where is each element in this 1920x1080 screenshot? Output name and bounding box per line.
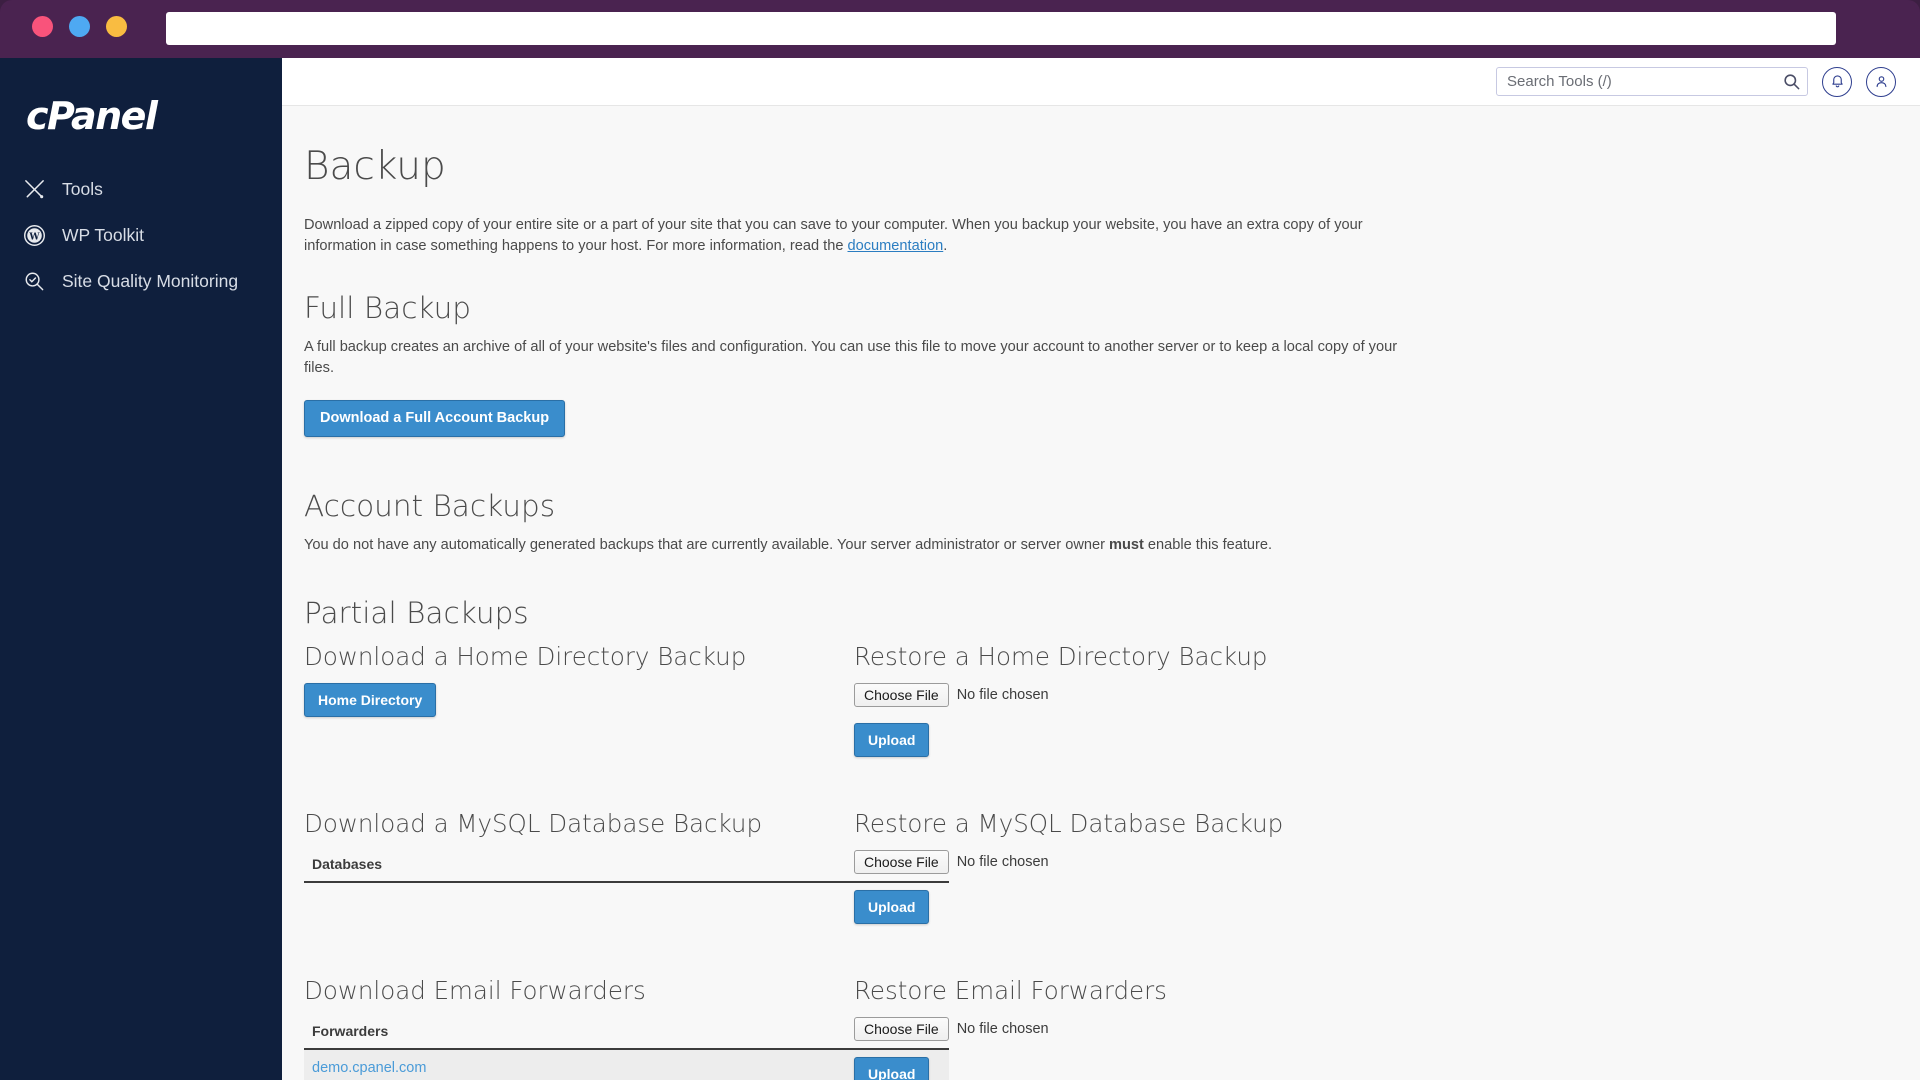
download-email-forwarders-cell: Download Email Forwarders Forwarders dem…: [304, 975, 949, 1080]
choose-file-button[interactable]: Choose File: [854, 1016, 949, 1041]
databases-table-body: [304, 882, 949, 892]
file-status-label: No file chosen: [956, 686, 1049, 703]
account-backups-description: You do not have any automatically genera…: [304, 535, 1424, 556]
account-backups-text-after: enable this feature.: [1143, 536, 1273, 553]
page-intro-text-before: Download a zipped copy of your entire si…: [304, 217, 1363, 255]
databases-table-empty-cell: [304, 882, 949, 892]
sidebar-item-label: WP Toolkit: [62, 224, 145, 245]
app-root: cPanel Tools W WP Toolkit Site Quality M…: [0, 58, 1920, 1080]
email-forwarders-file-input-row: Choose File No file chosen: [854, 1016, 1896, 1041]
download-full-account-backup-button[interactable]: Download a Full Account Backup: [304, 399, 566, 437]
forwarders-table-body: demo.cpanel.com: [304, 1048, 949, 1080]
download-email-forwarders-title: Download Email Forwarders: [304, 975, 646, 1005]
file-status-label: No file chosen: [956, 1020, 1049, 1037]
browser-chrome: [0, 0, 1920, 58]
account-button[interactable]: [1866, 66, 1896, 97]
search-input[interactable]: [1496, 67, 1808, 96]
search-icon[interactable]: [1782, 72, 1801, 91]
account-backups-text-before: You do not have any automatically genera…: [304, 536, 1109, 553]
choose-file-button[interactable]: Choose File: [854, 849, 949, 874]
home-directory-upload-button[interactable]: Upload: [854, 722, 930, 757]
full-backup-section: Full Backup A full backup creates an arc…: [304, 291, 1896, 437]
databases-table: Databases: [304, 849, 949, 892]
minimize-window-button[interactable]: [69, 16, 90, 37]
sidebar: cPanel Tools W WP Toolkit Site Quality M…: [0, 58, 282, 1080]
svg-text:W: W: [28, 231, 40, 242]
partial-backups-title: Partial Backups: [304, 595, 529, 630]
wordpress-icon: W: [22, 223, 47, 248]
account-backups-title: Account Backups: [304, 488, 556, 523]
table-row: demo.cpanel.com: [304, 1048, 949, 1080]
forwarders-table-cell: demo.cpanel.com: [304, 1048, 949, 1080]
top-header: [282, 58, 1920, 106]
site-quality-icon: [22, 269, 47, 294]
account-backups-section: Account Backups You do not have any auto…: [304, 489, 1896, 556]
sidebar-item-site-quality-monitoring[interactable]: Site Quality Monitoring: [0, 258, 282, 304]
email-forwarders-upload-button[interactable]: Upload: [854, 1056, 930, 1080]
partial-backups-section: Partial Backups Download a Home Director…: [304, 596, 1896, 1080]
mysql-upload-button[interactable]: Upload: [854, 889, 930, 924]
restore-email-forwarders-cell: Restore Email Forwarders Choose File No …: [854, 976, 1896, 1080]
file-status-label: No file chosen: [956, 853, 1049, 870]
partial-backup-row-mysql: Download a MySQL Database Backup Databas…: [304, 809, 1896, 924]
browser-url-bar[interactable]: [166, 12, 1836, 45]
forwarders-table: Forwarders demo.cpanel.com: [304, 1016, 949, 1080]
restore-email-forwarders-title: Restore Email Forwarders: [854, 975, 1167, 1005]
page-intro: Download a zipped copy of your entire si…: [304, 215, 1364, 257]
cpanel-logo[interactable]: cPanel: [0, 84, 282, 148]
account-backups-bold-word: must: [1109, 536, 1144, 553]
main-area: Backup Download a zipped copy of your en…: [282, 58, 1920, 1080]
mysql-file-input-row: Choose File No file chosen: [854, 849, 1896, 874]
download-home-directory-cell: Download a Home Directory Backup Home Di…: [304, 642, 854, 757]
download-mysql-title: Download a MySQL Database Backup: [304, 808, 763, 838]
sidebar-item-label: Tools: [62, 178, 103, 199]
restore-mysql-cell: Restore a MySQL Database Backup Choose F…: [854, 809, 1896, 924]
maximize-window-button[interactable]: [106, 16, 127, 37]
page-content: Backup Download a zipped copy of your en…: [282, 106, 1920, 1080]
home-directory-file-input-row: Choose File No file chosen: [854, 682, 1896, 707]
full-backup-title: Full Backup: [304, 291, 472, 326]
sidebar-item-wp-toolkit[interactable]: W WP Toolkit: [0, 212, 282, 258]
partial-backup-row-email-forwarders: Download Email Forwarders Forwarders dem…: [304, 976, 1896, 1080]
restore-home-directory-cell: Restore a Home Directory Backup Choose F…: [854, 642, 1896, 757]
sidebar-item-label: Site Quality Monitoring: [62, 270, 239, 291]
sidebar-nav: Tools W WP Toolkit Site Quality Monitori…: [0, 166, 282, 304]
page-title: Backup: [304, 144, 446, 189]
page-intro-text-after: .: [943, 238, 948, 255]
choose-file-button[interactable]: Choose File: [854, 682, 949, 707]
tools-icon: [22, 177, 47, 202]
home-directory-download-button[interactable]: Home Directory: [304, 682, 437, 717]
full-backup-description: A full backup creates an archive of all …: [304, 339, 1398, 377]
restore-home-directory-title: Restore a Home Directory Backup: [854, 641, 1268, 671]
databases-table-header: Databases: [304, 849, 949, 883]
download-mysql-cell: Download a MySQL Database Backup Databas…: [304, 808, 949, 924]
documentation-link[interactable]: documentation: [848, 238, 944, 254]
restore-mysql-title: Restore a MySQL Database Backup: [854, 808, 1284, 838]
search-tools-container: [1496, 67, 1808, 96]
forwarder-link[interactable]: demo.cpanel.com: [312, 1060, 426, 1076]
forwarders-table-header: Forwarders: [304, 1016, 949, 1050]
notifications-button[interactable]: [1822, 66, 1852, 97]
close-window-button[interactable]: [32, 16, 53, 37]
window-traffic-lights: [32, 16, 127, 37]
sidebar-item-tools[interactable]: Tools: [0, 166, 282, 212]
cpanel-logo-text: cPanel: [26, 94, 158, 138]
partial-backup-row-home-directory: Download a Home Directory Backup Home Di…: [304, 642, 1896, 757]
download-home-directory-title: Download a Home Directory Backup: [304, 641, 747, 671]
